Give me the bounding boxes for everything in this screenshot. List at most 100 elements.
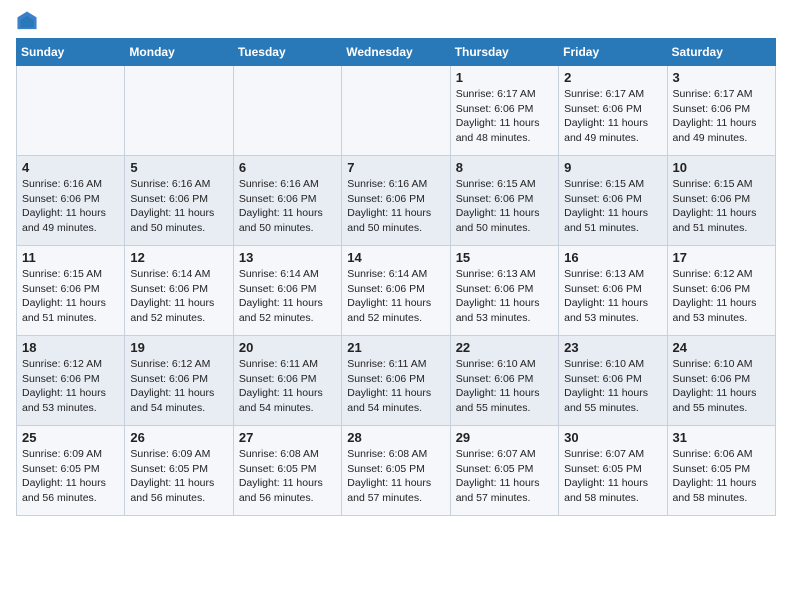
weekday-header-friday: Friday [559, 39, 667, 66]
calendar-cell [17, 66, 125, 156]
day-number: 20 [239, 340, 336, 355]
calendar-cell: 5Sunrise: 6:16 AM Sunset: 6:06 PM Daylig… [125, 156, 233, 246]
cell-detail: Sunrise: 6:06 AM Sunset: 6:05 PM Dayligh… [673, 447, 770, 506]
calendar-cell: 28 Sunrise: 6:08 AM Sunset: 6:05 PM Dayli… [342, 426, 450, 516]
cell-detail: Sunrise: 6:07 AM Sunset: 6:05 PM Dayligh… [456, 447, 553, 506]
cell-detail: Sunrise: 6:09 AM Sunset: 6:05 PM Dayligh… [130, 447, 227, 506]
day-number: 9 [564, 160, 661, 175]
day-number: 27 [239, 430, 336, 445]
day-number: 6 [239, 160, 336, 175]
day-number: 21 [347, 340, 444, 355]
day-number: 26 [130, 430, 227, 445]
cell-detail: Sunrise: 6:13 AM Sunset: 6:06 PM Dayligh… [456, 267, 553, 326]
day-number: 19 [130, 340, 227, 355]
logo [16, 10, 40, 32]
day-number: 4 [22, 160, 119, 175]
cell-detail: Sunrise: 6:13 AM Sunset: 6:06 PM Dayligh… [564, 267, 661, 326]
cell-detail: Sunrise: 6:10 AM Sunset: 6:06 PM Dayligh… [564, 357, 661, 416]
cell-detail: Sunrise: 6:14 AM Sunset: 6:06 PM Dayligh… [347, 267, 444, 326]
calendar-cell: 12 Sunrise: 6:14 AM Sunset: 6:06 PM Dayli… [125, 246, 233, 336]
cell-detail: Sunrise: 6:08 AM Sunset: 6:05 PM Dayligh… [239, 447, 336, 506]
calendar-week-row: 18 Sunrise: 6:12 AM Sunset: 6:06 PM Dayli… [17, 336, 776, 426]
calendar-week-row: 1 Sunrise: 6:17 AM Sunset: 6:06 PM Daylig… [17, 66, 776, 156]
cell-detail: Sunrise: 6:17 AM Sunset: 6:06 PM Dayligh… [673, 87, 770, 146]
day-number: 7 [347, 160, 444, 175]
day-number: 13 [239, 250, 336, 265]
calendar-week-row: 25 Sunrise: 6:09 AM Sunset: 6:05 PM Dayli… [17, 426, 776, 516]
day-number: 28 [347, 430, 444, 445]
calendar-cell: 22 Sunrise: 6:10 AM Sunset: 6:06 PM Dayli… [450, 336, 558, 426]
calendar-cell [125, 66, 233, 156]
weekday-header-sunday: Sunday [17, 39, 125, 66]
day-number: 10 [673, 160, 770, 175]
day-number: 3 [673, 70, 770, 85]
cell-detail: Sunrise: 6:12 AM Sunset: 6:06 PM Dayligh… [673, 267, 770, 326]
cell-detail: Sunrise: 6:15 AM Sunset: 6:06 PM Dayligh… [673, 177, 770, 236]
calendar-cell: 20 Sunrise: 6:11 AM Sunset: 6:06 PM Dayli… [233, 336, 341, 426]
calendar-cell: 13 Sunrise: 6:14 AM Sunset: 6:06 PM Dayli… [233, 246, 341, 336]
calendar-cell: 25 Sunrise: 6:09 AM Sunset: 6:05 PM Dayli… [17, 426, 125, 516]
calendar-cell: 3 Sunrise: 6:17 AM Sunset: 6:06 PM Daylig… [667, 66, 775, 156]
day-number: 14 [347, 250, 444, 265]
calendar-cell: 16 Sunrise: 6:13 AM Sunset: 6:06 PM Dayli… [559, 246, 667, 336]
day-number: 16 [564, 250, 661, 265]
calendar-cell: 26 Sunrise: 6:09 AM Sunset: 6:05 PM Dayli… [125, 426, 233, 516]
weekday-header-saturday: Saturday [667, 39, 775, 66]
day-number: 1 [456, 70, 553, 85]
day-number: 17 [673, 250, 770, 265]
day-number: 25 [22, 430, 119, 445]
calendar-cell: 31Sunrise: 6:06 AM Sunset: 6:05 PM Dayli… [667, 426, 775, 516]
calendar-cell: 29 Sunrise: 6:07 AM Sunset: 6:05 PM Dayli… [450, 426, 558, 516]
calendar-week-row: 11Sunrise: 6:15 AM Sunset: 6:06 PM Dayli… [17, 246, 776, 336]
day-number: 12 [130, 250, 227, 265]
day-number: 2 [564, 70, 661, 85]
cell-detail: Sunrise: 6:11 AM Sunset: 6:06 PM Dayligh… [239, 357, 336, 416]
calendar-cell: 8 Sunrise: 6:15 AM Sunset: 6:06 PM Daylig… [450, 156, 558, 246]
weekday-header-wednesday: Wednesday [342, 39, 450, 66]
cell-detail: Sunrise: 6:17 AM Sunset: 6:06 PM Dayligh… [456, 87, 553, 146]
cell-detail: Sunrise: 6:16 AM Sunset: 6:06 PM Dayligh… [239, 177, 336, 236]
calendar-cell: 27 Sunrise: 6:08 AM Sunset: 6:05 PM Dayli… [233, 426, 341, 516]
day-number: 22 [456, 340, 553, 355]
header [16, 10, 776, 32]
calendar-header: SundayMondayTuesdayWednesdayThursdayFrid… [17, 39, 776, 66]
cell-detail: Sunrise: 6:17 AM Sunset: 6:06 PM Dayligh… [564, 87, 661, 146]
cell-detail: Sunrise: 6:14 AM Sunset: 6:06 PM Dayligh… [130, 267, 227, 326]
cell-detail: Sunrise: 6:15 AM Sunset: 6:06 PM Dayligh… [456, 177, 553, 236]
day-number: 24 [673, 340, 770, 355]
calendar-cell: 24 Sunrise: 6:10 AM Sunset: 6:06 PM Dayli… [667, 336, 775, 426]
calendar-cell: 14 Sunrise: 6:14 AM Sunset: 6:06 PM Dayli… [342, 246, 450, 336]
cell-detail: Sunrise: 6:08 AM Sunset: 6:05 PM Dayligh… [347, 447, 444, 506]
day-number: 18 [22, 340, 119, 355]
calendar-cell: 23Sunrise: 6:10 AM Sunset: 6:06 PM Dayli… [559, 336, 667, 426]
day-number: 29 [456, 430, 553, 445]
calendar-cell: 18 Sunrise: 6:12 AM Sunset: 6:06 PM Dayli… [17, 336, 125, 426]
cell-detail: Sunrise: 6:16 AM Sunset: 6:06 PM Dayligh… [130, 177, 227, 236]
calendar-cell: 19 Sunrise: 6:12 AM Sunset: 6:06 PM Dayli… [125, 336, 233, 426]
calendar-cell: 30 Sunrise: 6:07 AM Sunset: 6:05 PM Dayli… [559, 426, 667, 516]
calendar-body: 1 Sunrise: 6:17 AM Sunset: 6:06 PM Daylig… [17, 66, 776, 516]
cell-detail: Sunrise: 6:12 AM Sunset: 6:06 PM Dayligh… [130, 357, 227, 416]
calendar-cell: 4 Sunrise: 6:16 AM Sunset: 6:06 PM Daylig… [17, 156, 125, 246]
calendar-cell: 15Sunrise: 6:13 AM Sunset: 6:06 PM Dayli… [450, 246, 558, 336]
logo-icon [16, 10, 38, 32]
cell-detail: Sunrise: 6:16 AM Sunset: 6:06 PM Dayligh… [22, 177, 119, 236]
cell-detail: Sunrise: 6:10 AM Sunset: 6:06 PM Dayligh… [673, 357, 770, 416]
weekday-header-tuesday: Tuesday [233, 39, 341, 66]
calendar-cell: 2 Sunrise: 6:17 AM Sunset: 6:06 PM Daylig… [559, 66, 667, 156]
cell-detail: Sunrise: 6:10 AM Sunset: 6:06 PM Dayligh… [456, 357, 553, 416]
calendar-cell: 6 Sunrise: 6:16 AM Sunset: 6:06 PM Daylig… [233, 156, 341, 246]
day-number: 11 [22, 250, 119, 265]
calendar-cell: 1 Sunrise: 6:17 AM Sunset: 6:06 PM Daylig… [450, 66, 558, 156]
calendar-cell: 7Sunrise: 6:16 AM Sunset: 6:06 PM Daylig… [342, 156, 450, 246]
weekday-header-monday: Monday [125, 39, 233, 66]
calendar-cell: 9 Sunrise: 6:15 AM Sunset: 6:06 PM Daylig… [559, 156, 667, 246]
cell-detail: Sunrise: 6:12 AM Sunset: 6:06 PM Dayligh… [22, 357, 119, 416]
calendar-table: SundayMondayTuesdayWednesdayThursdayFrid… [16, 38, 776, 516]
cell-detail: Sunrise: 6:09 AM Sunset: 6:05 PM Dayligh… [22, 447, 119, 506]
day-number: 8 [456, 160, 553, 175]
day-number: 30 [564, 430, 661, 445]
cell-detail: Sunrise: 6:15 AM Sunset: 6:06 PM Dayligh… [564, 177, 661, 236]
cell-detail: Sunrise: 6:14 AM Sunset: 6:06 PM Dayligh… [239, 267, 336, 326]
cell-detail: Sunrise: 6:07 AM Sunset: 6:05 PM Dayligh… [564, 447, 661, 506]
